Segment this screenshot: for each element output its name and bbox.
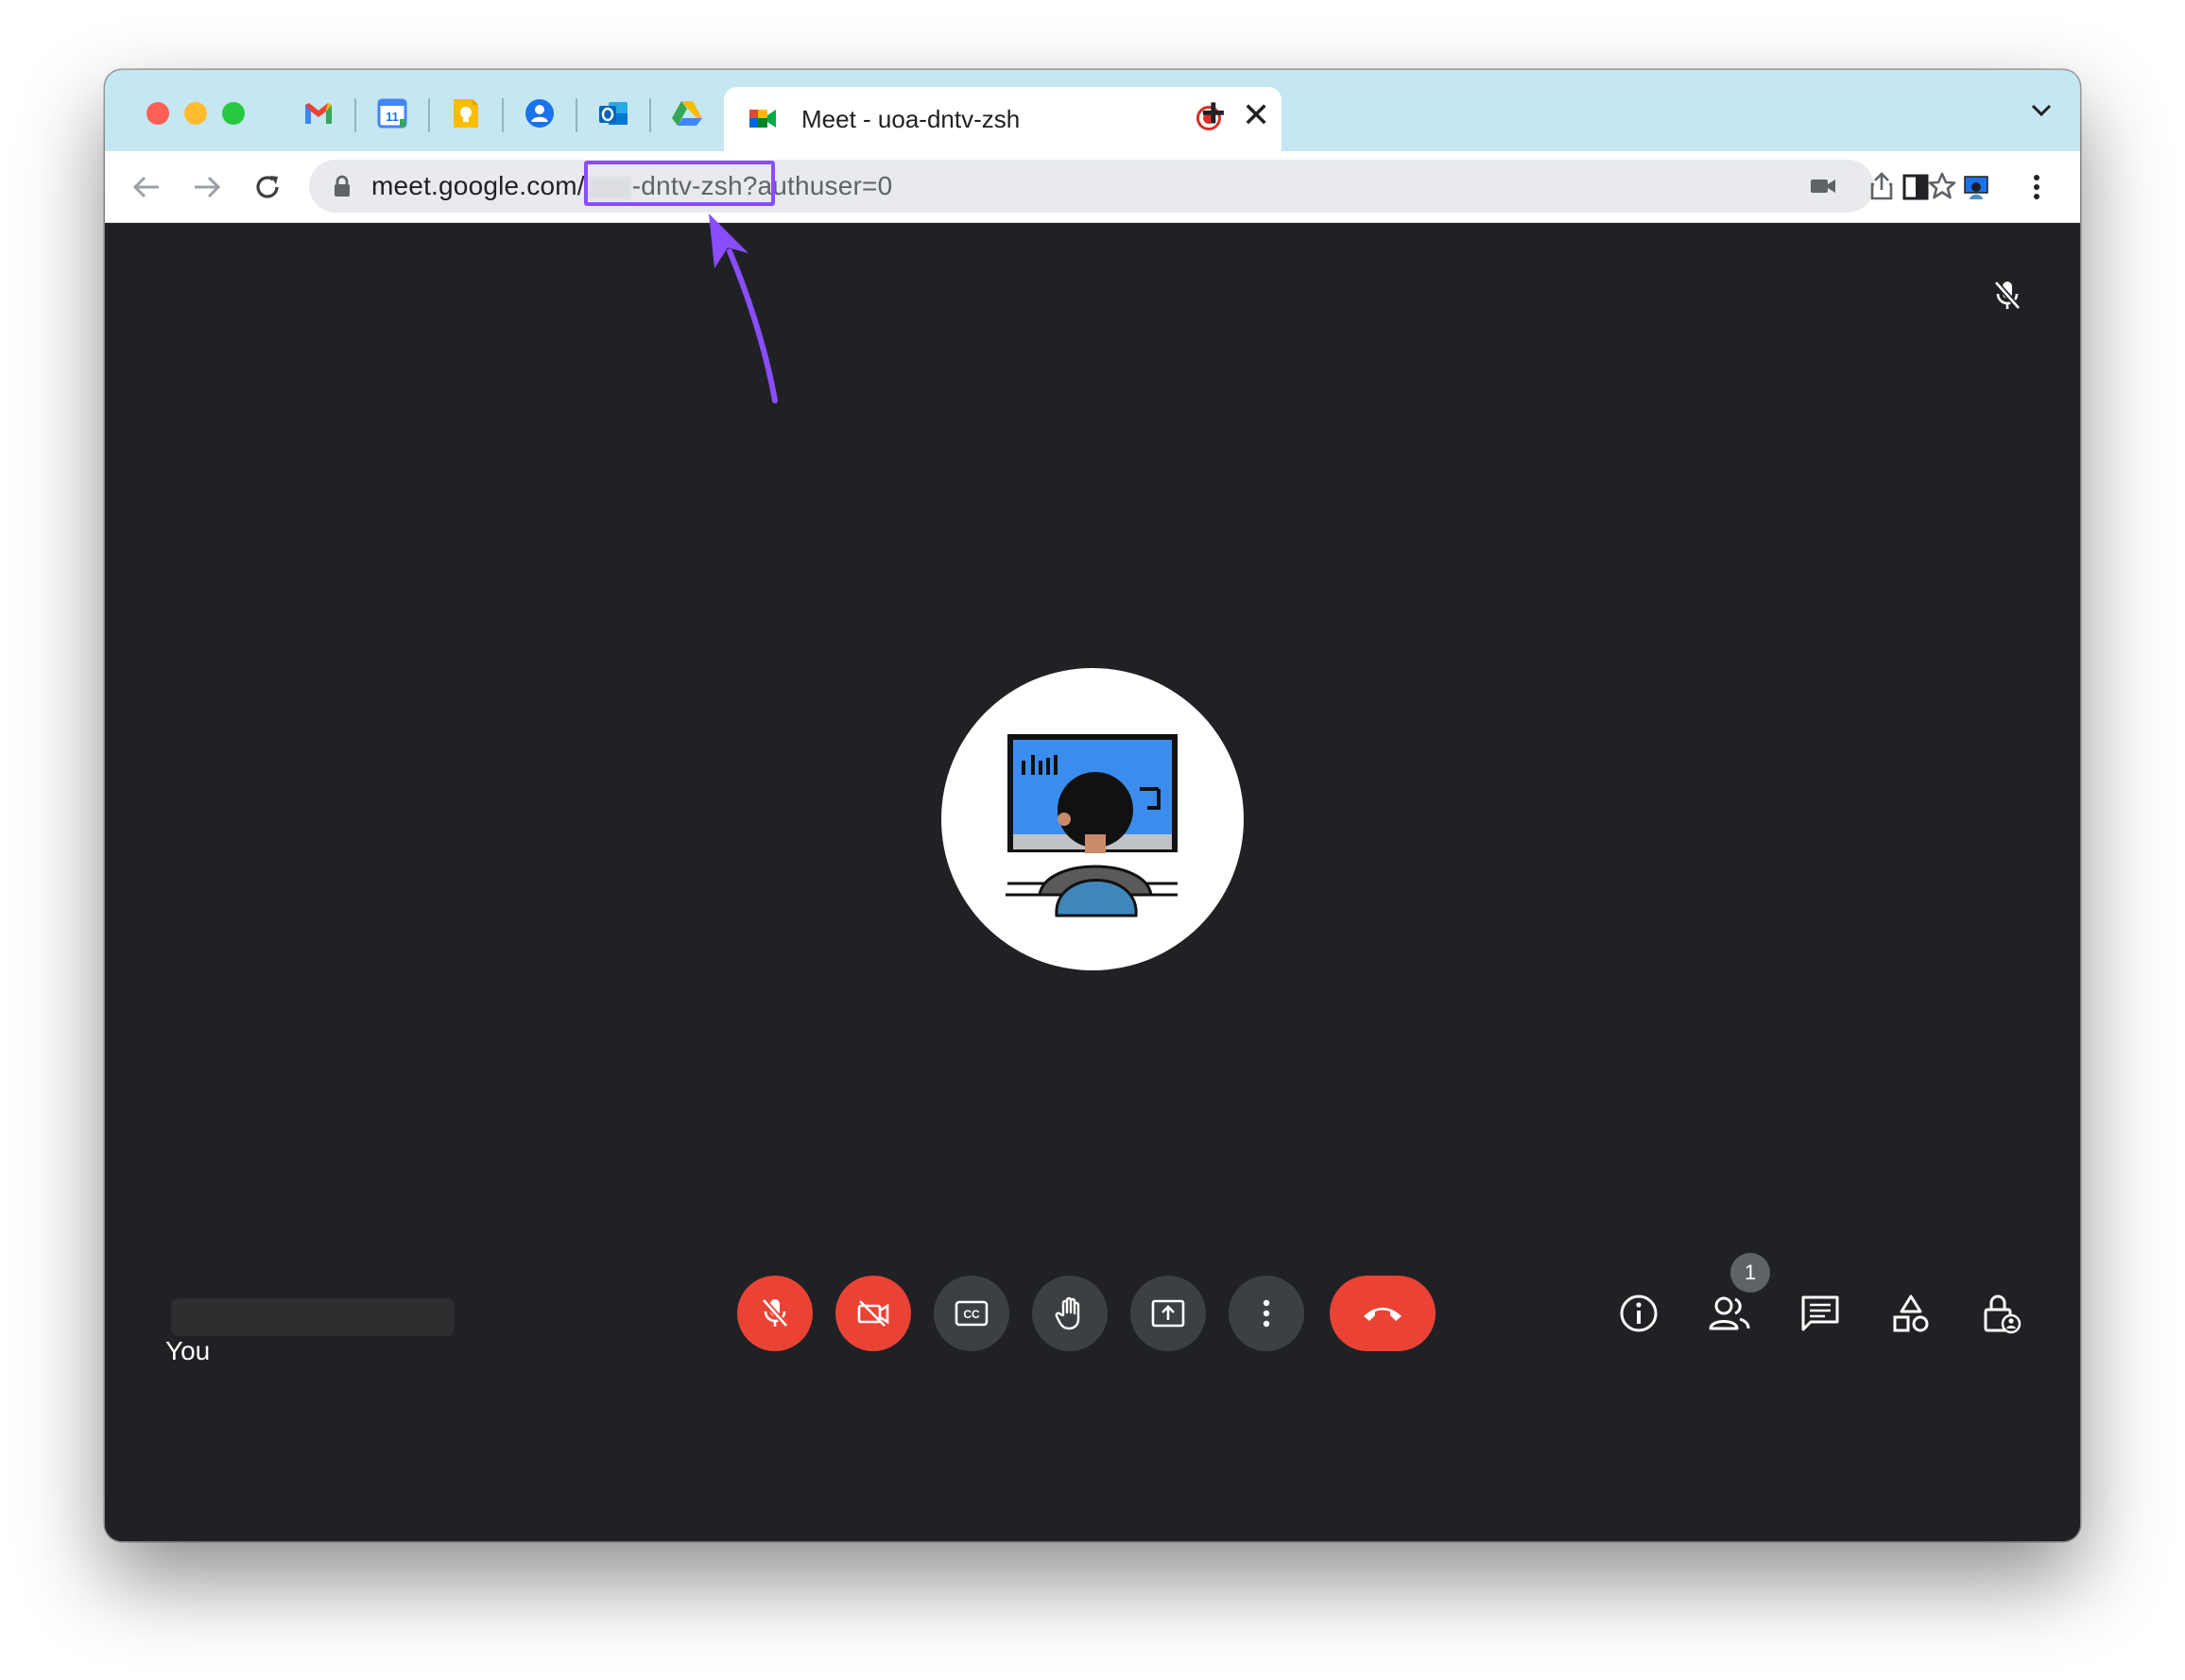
people-icon — [1709, 1296, 1750, 1330]
gmail-icon — [305, 103, 332, 124]
captions-button[interactable]: CC — [934, 1276, 1009, 1351]
arrow-right-icon — [195, 176, 221, 198]
tab-separator — [502, 98, 504, 132]
tab-separator — [649, 98, 651, 132]
close-tab-button[interactable]: ✕ — [1242, 98, 1270, 132]
self-tile-label: You — [165, 1336, 211, 1365]
annotation-arrow-icon — [709, 214, 778, 403]
pinned-tab-drive[interactable] — [670, 96, 704, 130]
present-screen-button[interactable] — [1130, 1276, 1206, 1351]
shapes-icon — [1893, 1294, 1929, 1332]
svg-text:CC: CC — [963, 1308, 980, 1321]
svg-text:11: 11 — [386, 110, 399, 124]
raise-hand-button[interactable] — [1032, 1276, 1108, 1351]
reload-icon — [256, 176, 279, 198]
pinned-tab-keep[interactable] — [449, 96, 483, 130]
outlook-icon — [599, 102, 628, 125]
chevron-down-icon — [2031, 104, 2052, 117]
tab-title: Meet - uoa-dntv-zsh — [801, 105, 1021, 133]
info-icon — [1620, 1294, 1658, 1332]
present-screen-icon — [1151, 1299, 1185, 1328]
host-controls-button[interactable] — [1975, 1287, 2028, 1340]
toggle-mic-button[interactable] — [737, 1276, 813, 1351]
video-camera-icon — [1811, 180, 1835, 193]
keep-icon — [454, 99, 478, 128]
more-vert-icon — [2034, 175, 2039, 199]
more-options-button[interactable] — [1229, 1276, 1304, 1351]
close-window-button[interactable] — [146, 102, 169, 125]
mic-off-icon — [761, 1298, 789, 1328]
tab-meet[interactable]: Meet - uoa-dntv-zsh ✕ — [724, 87, 1282, 151]
camera-in-use-button[interactable] — [1808, 171, 1838, 201]
arrow-left-icon — [132, 176, 159, 198]
meeting-details-text — [171, 1298, 455, 1336]
url-highlight-box — [584, 161, 775, 206]
participant-count-badge: 1 — [1730, 1253, 1770, 1293]
people-button[interactable] — [1703, 1287, 1756, 1340]
avatar-icon — [1964, 176, 1988, 199]
url-host: meet.google.com/ — [371, 171, 585, 200]
minimize-window-button[interactable] — [184, 102, 207, 125]
tab-strip: 11 Meet - uoa-dntv-zsh ✕ + — [105, 70, 2080, 151]
browser-window: 11 Meet - uoa-dntv-zsh ✕ + meet.google.c… — [105, 70, 2080, 1541]
tab-separator — [428, 98, 430, 132]
meeting-details-button[interactable] — [1612, 1287, 1665, 1340]
side-panel-icon — [1902, 174, 1929, 200]
browser-toolbar: meet.google.com/-dntv-zsh?authuser=0 — [105, 151, 2080, 223]
calendar-icon: 11 — [377, 98, 407, 129]
toggle-camera-button[interactable] — [835, 1276, 911, 1351]
closed-captions-icon: CC — [955, 1300, 989, 1327]
meet-icon — [749, 110, 776, 128]
person-at-computer-icon — [1006, 734, 1178, 917]
pinned-tab-contacts[interactable] — [523, 96, 557, 130]
more-vert-icon — [1263, 1299, 1270, 1328]
chat-icon — [1801, 1295, 1839, 1331]
share-icon — [1870, 172, 1893, 200]
side-panel-button[interactable] — [1899, 170, 1933, 204]
pinned-tab-outlook[interactable] — [596, 96, 630, 130]
activities-button[interactable] — [1884, 1287, 1937, 1340]
lock-icon — [335, 175, 350, 197]
participant-avatar — [941, 668, 1244, 970]
browser-menu-button[interactable] — [2020, 170, 2054, 204]
pinned-tab-calendar[interactable]: 11 — [375, 96, 409, 130]
lock-person-icon — [1984, 1294, 2022, 1334]
hand-icon — [1055, 1296, 1080, 1330]
tab-separator — [354, 98, 356, 132]
call-end-icon — [1364, 1308, 1402, 1321]
chat-button[interactable] — [1794, 1287, 1847, 1340]
leave-call-button[interactable] — [1330, 1276, 1436, 1351]
contacts-icon — [525, 99, 554, 128]
profile-button[interactable] — [1959, 170, 1993, 204]
back-button[interactable] — [129, 170, 163, 204]
reload-button[interactable] — [250, 170, 284, 204]
self-mic-status — [1993, 280, 2022, 317]
mic-off-icon — [1993, 281, 2022, 310]
tab-search-button[interactable] — [2031, 104, 2052, 122]
new-tab-button[interactable]: + — [1201, 93, 1226, 134]
share-button[interactable] — [1867, 171, 1897, 201]
forward-button[interactable] — [190, 170, 224, 204]
pinned-tab-gmail[interactable] — [301, 96, 335, 130]
tab-separator — [576, 98, 577, 132]
maximize-window-button[interactable] — [222, 102, 245, 125]
drive-icon — [672, 101, 702, 126]
address-bar[interactable]: meet.google.com/-dntv-zsh?authuser=0 — [309, 160, 1956, 213]
video-off-icon — [857, 1300, 889, 1327]
